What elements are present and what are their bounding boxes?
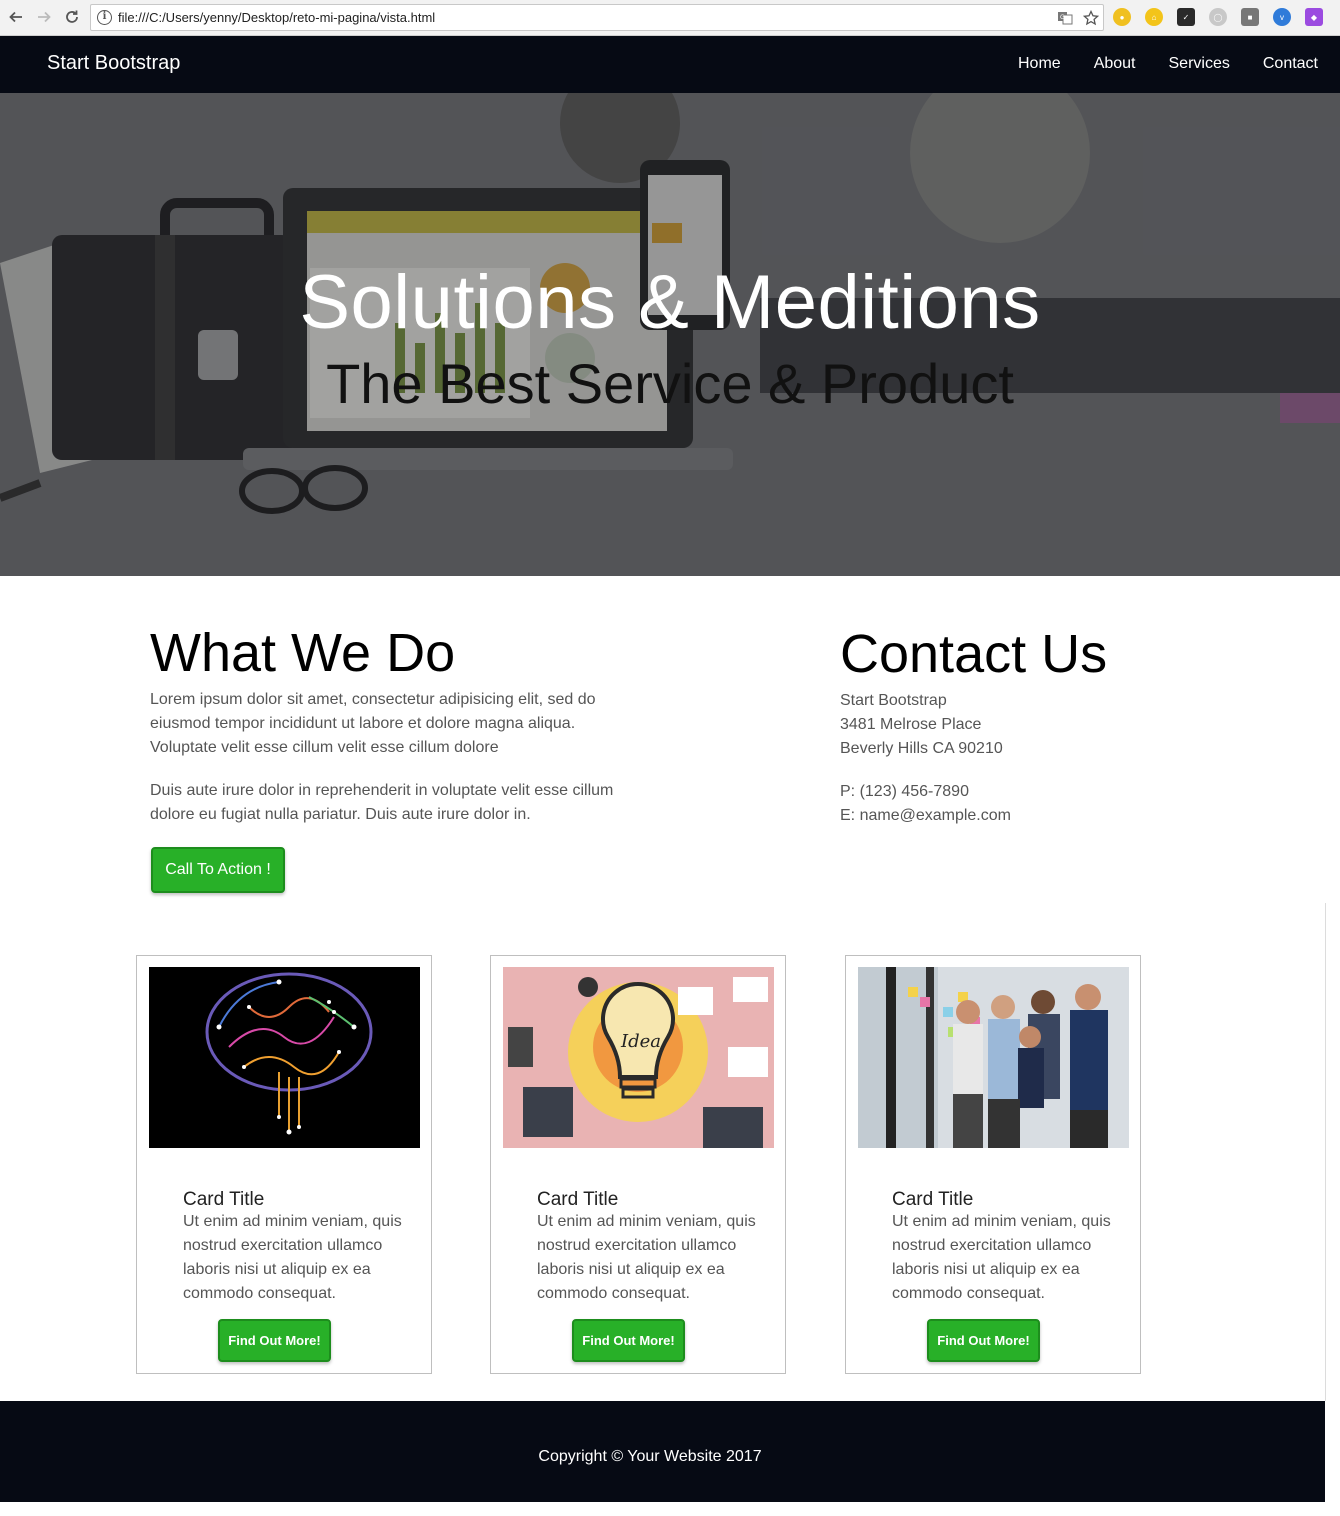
- extension-puzzle-icon[interactable]: ◆: [1305, 8, 1323, 26]
- card-title: Card Title: [183, 1189, 265, 1210]
- contact-details: P: (123) 456-7890 E: name@example.com: [840, 780, 1011, 828]
- card-text-line: laboris nisi ut aliquip ex ea: [183, 1261, 371, 1278]
- nav-link-contact[interactable]: Contact: [1263, 55, 1318, 73]
- card-title: Card Title: [892, 1189, 974, 1210]
- extension-home-icon[interactable]: ⌂: [1145, 8, 1163, 26]
- address-line: Start Bootstrap: [840, 692, 947, 709]
- card-title: Card Title: [537, 1189, 619, 1210]
- paragraph-line: Voluptate velit esse cillum velit esse c…: [150, 739, 499, 756]
- bookmark-star-icon[interactable]: [1083, 10, 1099, 26]
- find-out-more-button[interactable]: Find Out More!: [927, 1319, 1040, 1362]
- card-text-line: commodo consequat.: [537, 1285, 690, 1302]
- back-icon[interactable]: [5, 6, 27, 28]
- what-we-do-paragraph-1: Lorem ipsum dolor sit amet, consectetur …: [150, 688, 596, 760]
- card-image-brain: [149, 967, 420, 1148]
- card: Card Title Ut enim ad minim veniam, quis…: [845, 955, 1141, 1374]
- extension-note-icon[interactable]: ■: [1241, 8, 1259, 26]
- extension-search-icon[interactable]: ●: [1113, 8, 1131, 26]
- browser-toolbar: i file:///C:/Users/yenny/Desktop/reto-mi…: [0, 0, 1340, 36]
- reload-icon[interactable]: [61, 6, 83, 28]
- card: Idea Card Title Ut enim ad minim veniam,…: [490, 955, 786, 1374]
- site-navbar: Start Bootstrap Home About Services Cont…: [0, 36, 1340, 93]
- address-line: 3481 Melrose Place: [840, 716, 982, 733]
- address-line: Beverly Hills CA 90210: [840, 740, 1003, 757]
- card-text-line: nostrud exercitation ullamco: [183, 1237, 383, 1254]
- svg-text:G: G: [1060, 14, 1065, 21]
- card-text-line: nostrud exercitation ullamco: [892, 1237, 1092, 1254]
- paragraph-line: Lorem ipsum dolor sit amet, consectetur …: [150, 691, 596, 708]
- paragraph-line: dolore eu fugiat nulla pariatur. Duis au…: [150, 806, 531, 823]
- contact-us-heading: Contact Us: [840, 624, 1108, 684]
- card-text: Ut enim ad minim veniam, quis nostrud ex…: [892, 1210, 1120, 1306]
- nav-link-services[interactable]: Services: [1169, 55, 1230, 73]
- nav-links: Home About Services Contact: [985, 55, 1318, 73]
- card-image-idea: Idea: [503, 967, 774, 1148]
- paragraph-line: eiusmod tempor incididunt ut labore et d…: [150, 715, 576, 732]
- call-to-action-button[interactable]: Call To Action !: [151, 847, 285, 893]
- card-text: Ut enim ad minim veniam, quis nostrud ex…: [183, 1210, 411, 1306]
- card-text-line: laboris nisi ut aliquip ex ea: [537, 1261, 725, 1278]
- address-bar[interactable]: i file:///C:/Users/yenny/Desktop/reto-mi…: [90, 4, 1104, 31]
- card: Card Title Ut enim ad minim veniam, quis…: [136, 955, 432, 1374]
- navbar-brand[interactable]: Start Bootstrap: [47, 52, 180, 75]
- contact-address: Start Bootstrap 3481 Melrose Place Bever…: [840, 689, 1003, 761]
- nav-link-home[interactable]: Home: [1018, 55, 1061, 73]
- card-text-line: Ut enim ad minim veniam, quis: [183, 1213, 402, 1230]
- card-text-line: commodo consequat.: [183, 1285, 336, 1302]
- what-we-do-heading: What We Do: [150, 623, 456, 683]
- card-text: Ut enim ad minim veniam, quis nostrud ex…: [537, 1210, 765, 1306]
- nav-link-about[interactable]: About: [1094, 55, 1136, 73]
- card-text-line: Ut enim ad minim veniam, quis: [892, 1213, 1111, 1230]
- hero-title: Solutions & Meditions: [299, 260, 1041, 345]
- contact-email[interactable]: E: name@example.com: [840, 804, 1011, 828]
- what-we-do-paragraph-2: Duis aute irure dolor in reprehenderit i…: [150, 779, 613, 827]
- find-out-more-button[interactable]: Find Out More!: [218, 1319, 331, 1362]
- card-image-team: [858, 967, 1129, 1148]
- site-footer: Copyright © Your Website 2017: [0, 1401, 1325, 1502]
- hero-section: Solutions & Meditions The Best Service &…: [0, 93, 1340, 576]
- card-text-line: nostrud exercitation ullamco: [537, 1237, 737, 1254]
- forward-icon[interactable]: [33, 6, 55, 28]
- idea-text: Idea: [620, 1031, 661, 1052]
- card-text-line: Ut enim ad minim veniam, quis: [537, 1213, 756, 1230]
- find-out-more-button[interactable]: Find Out More!: [572, 1319, 685, 1362]
- address-url: file:///C:/Users/yenny/Desktop/reto-mi-p…: [118, 10, 436, 25]
- paragraph-line: Duis aute irure dolor in reprehenderit i…: [150, 782, 614, 799]
- card-text-line: commodo consequat.: [892, 1285, 1045, 1302]
- card-text-line: laboris nisi ut aliquip ex ea: [892, 1261, 1080, 1278]
- extension-gray-icon[interactable]: ◯: [1209, 8, 1227, 26]
- contact-phone: P: (123) 456-7890: [840, 783, 969, 800]
- extension-norton-icon[interactable]: ✓: [1177, 8, 1195, 26]
- footer-copyright: Copyright © Your Website 2017: [538, 1448, 762, 1465]
- page-edge-divider: [1325, 903, 1326, 1401]
- hero-subtitle: The Best Service & Product: [326, 352, 1014, 415]
- extension-vlex-icon[interactable]: v: [1273, 8, 1291, 26]
- translate-icon[interactable]: G: [1057, 10, 1073, 26]
- info-icon[interactable]: i: [97, 10, 112, 25]
